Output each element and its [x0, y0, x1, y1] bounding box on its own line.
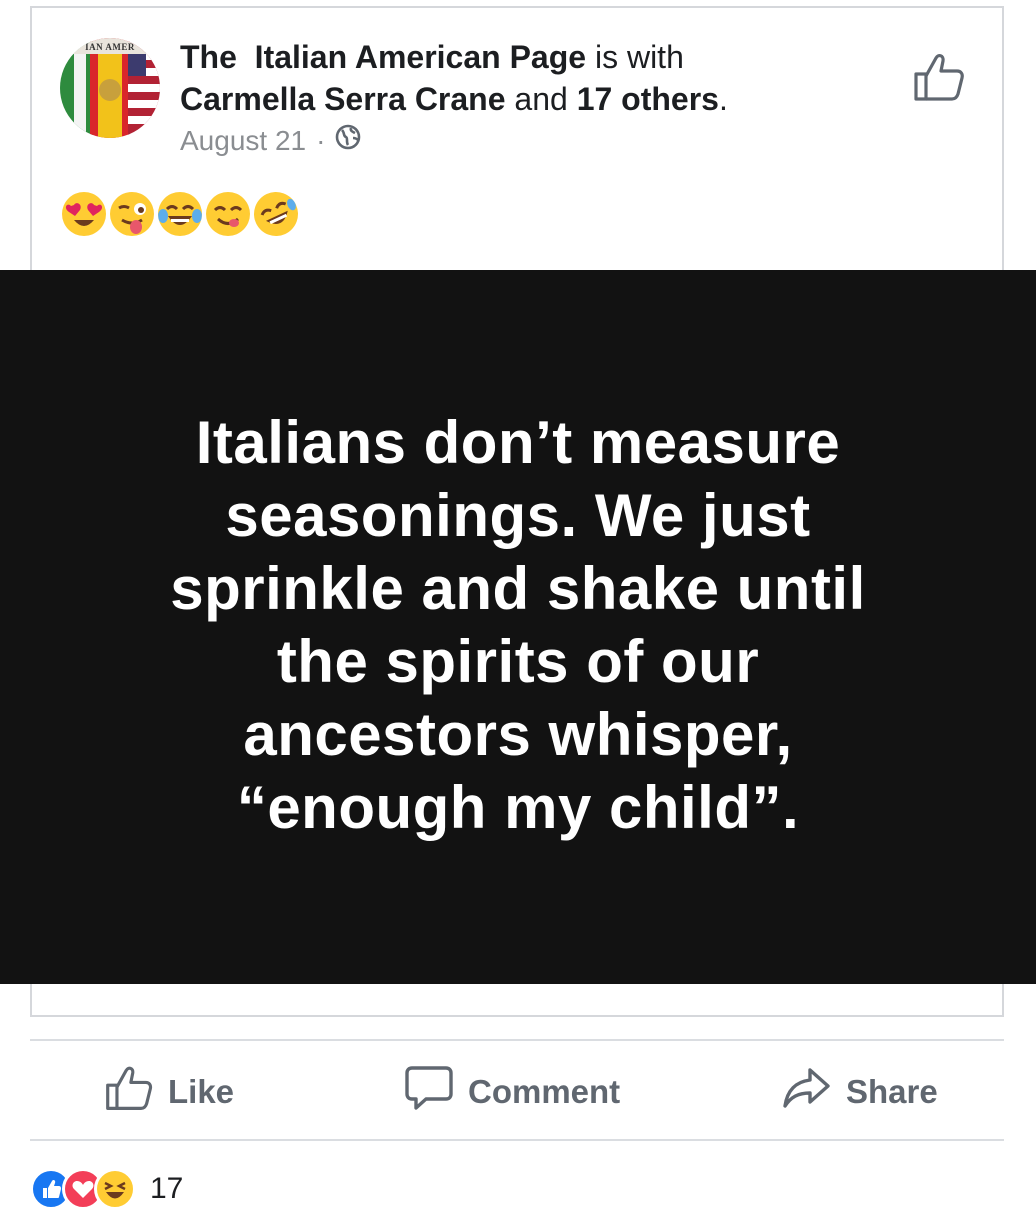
- post-header-line-2: Carmella Serra Crane and 17 others.: [180, 78, 728, 120]
- like-icon: [104, 1064, 154, 1120]
- rolling-laughing-emoji-icon: [246, 184, 306, 244]
- like-button[interactable]: Like: [104, 1064, 234, 1120]
- others-link[interactable]: 17 others: [577, 81, 719, 117]
- winking-tongue-emoji-icon: [110, 192, 154, 236]
- reaction-count: 17: [150, 1172, 184, 1205]
- tears-of-joy-emoji-icon: [158, 192, 202, 236]
- image-text-line: ancestors whisper,: [243, 701, 793, 768]
- post-date-link[interactable]: August 21: [180, 125, 306, 157]
- date-separator: ·: [316, 124, 326, 156]
- comment-label: Comment: [468, 1073, 621, 1110]
- reactions-summary[interactable]: 17: [30, 1168, 183, 1210]
- tagged-person-link[interactable]: Carmella Serra Crane: [180, 81, 506, 117]
- image-text-line: seasonings. We just: [225, 482, 811, 549]
- haha-reaction-icon: [94, 1168, 136, 1210]
- comment-button[interactable]: Comment: [404, 1064, 620, 1120]
- heart-eyes-emoji-icon: [62, 192, 106, 236]
- like-label: Like: [168, 1073, 235, 1110]
- share-button[interactable]: Share: [782, 1064, 938, 1120]
- page-name-link[interactable]: The Italian American Page: [180, 39, 586, 75]
- comment-icon: [404, 1064, 454, 1120]
- image-text-line: the spirits of our: [276, 628, 760, 695]
- globe-icon[interactable]: [335, 124, 361, 157]
- page-avatar[interactable]: IAN AMER: [60, 38, 160, 138]
- post-image-text: Italians don’t measure seasonings. We ju…: [68, 406, 968, 844]
- post-header-line-1: The Italian American Page is with: [180, 36, 684, 78]
- emoji-row: [62, 184, 306, 244]
- and-text: and: [514, 81, 568, 117]
- avatar-flags-image: [60, 38, 160, 138]
- yum-emoji-icon: [206, 192, 250, 236]
- page-like-icon[interactable]: [912, 52, 966, 107]
- period-text: .: [718, 81, 728, 117]
- share-label: Share: [846, 1073, 938, 1110]
- image-text-line: Italians don’t measure: [195, 409, 841, 476]
- image-text-line: “enough my child”.: [236, 774, 800, 841]
- share-icon: [782, 1064, 832, 1120]
- post-image[interactable]: Italians don’t measure seasonings. We ju…: [0, 270, 1036, 984]
- avatar-banner-text: IAN AMER: [85, 42, 135, 52]
- post-timestamp-row: August 21 ·: [180, 124, 361, 157]
- with-text: is with: [594, 39, 684, 75]
- actions-top-divider: [30, 1039, 1004, 1041]
- actions-bottom-divider: [30, 1139, 1004, 1141]
- image-text-line: sprinkle and shake until: [170, 555, 866, 622]
